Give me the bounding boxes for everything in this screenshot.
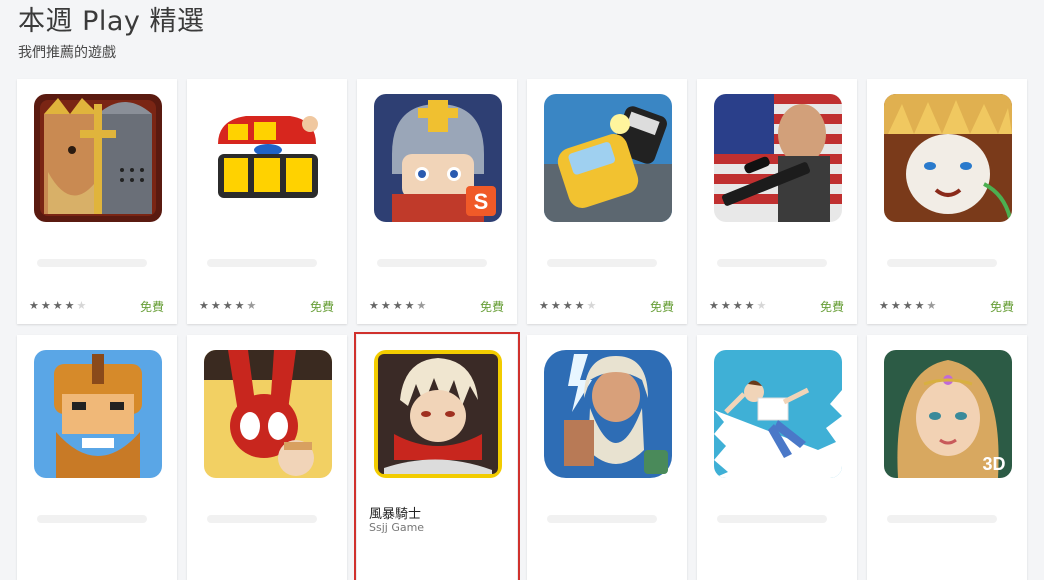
page-header: 本週 Play 精選 我們推薦的遊戲 [18,4,204,62]
spider-hero-icon[interactable] [204,350,332,478]
star-icon: ★ [234,299,245,312]
page-subtitle: 我們推薦的遊戲 [18,45,116,61]
star-icon: ★ [380,299,391,312]
star-rating: ★ ★ ★ ★ ★ [199,299,256,313]
zeus-god-icon[interactable] [544,350,672,478]
star-icon: ★ [40,299,51,312]
app-grid: ★ ★ ★ ★ ★ 免費 ★ ★ ★ ★ ★ 免費 S ★ ★ ★ ★ ★ 免費… [17,79,1027,580]
castle-king-knight-icon[interactable] [34,94,162,222]
app-card[interactable]: ★ ★ ★ ★ ★ 免費 [697,79,857,324]
app-card[interactable]: 3D [867,335,1027,580]
star-icon: ★ [29,299,39,312]
star-icon: ★ [902,299,913,312]
svg-text:S: S [474,189,489,214]
star-icon: ★ [890,299,901,312]
armored-hero-icon[interactable]: S [374,94,502,222]
taxi-car-chase-icon[interactable] [544,94,672,222]
star-icon: ★ [914,299,925,312]
placeholder-line [887,259,997,267]
tiger-warrior-icon[interactable] [884,94,1012,222]
placeholder-line [717,515,827,523]
app-card[interactable]: S ★ ★ ★ ★ ★ 免費 [357,79,517,324]
placeholder-line [887,515,997,523]
star-rating: ★ ★ ★ ★ ★ [879,299,936,313]
placeholder-line [547,515,657,523]
star-icon: ★ [926,299,937,312]
star-icon: ★ [246,299,257,312]
placeholder-line [717,259,827,267]
price-label[interactable]: 免費 [820,298,844,315]
placeholder-line [37,515,147,523]
star-rating: ★ ★ ★ ★ ★ [539,299,596,313]
star-icon: ★ [720,299,731,312]
price-label[interactable]: 免費 [140,298,164,315]
star-icon: ★ [222,299,233,312]
page-title: 本週 Play 精選 [18,6,205,37]
placeholder-line [547,259,657,267]
3d-badge: 3D [982,454,1005,474]
star-icon: ★ [539,299,549,312]
placeholder-line [207,515,317,523]
app-card[interactable] [527,335,687,580]
star-icon: ★ [879,299,889,312]
app-title[interactable]: 風暴騎士 [369,503,421,522]
star-icon: ★ [404,299,415,312]
star-icon: ★ [586,299,597,312]
star-icon: ★ [369,299,379,312]
star-icon: ★ [732,299,743,312]
app-developer[interactable]: Ssjj Game [369,521,424,534]
placeholder-line [377,259,487,267]
star-rating: ★ ★ ★ ★ ★ [369,299,426,313]
star-icon: ★ [709,299,719,312]
boss-ko-logo-icon[interactable] [204,94,332,222]
app-card[interactable] [697,335,857,580]
app-card[interactable]: ★ ★ ★ ★ ★ 免費 [17,79,177,324]
star-icon: ★ [562,299,573,312]
price-label[interactable]: 免費 [480,298,504,315]
price-label[interactable]: 免費 [990,298,1014,315]
app-card[interactable]: ★ ★ ★ ★ ★ 免費 [527,79,687,324]
price-label[interactable]: 免費 [650,298,674,315]
star-rating: ★ ★ ★ ★ ★ [709,299,766,313]
star-icon: ★ [52,299,63,312]
star-rating: ★ ★ ★ ★ ★ [29,299,86,313]
star-icon: ★ [199,299,209,312]
app-card[interactable] [187,335,347,580]
dwarf-warrior-icon[interactable] [34,350,162,478]
falling-man-icon[interactable] [714,350,842,478]
star-icon: ★ [744,299,755,312]
placeholder-line [37,259,147,267]
star-icon: ★ [756,299,767,312]
app-card[interactable]: ★ ★ ★ ★ ★ 免費 [867,79,1027,324]
app-card-highlighted[interactable]: 風暴騎士 Ssjj Game [354,332,520,580]
storm-knight-icon[interactable] [374,350,502,478]
star-icon: ★ [64,299,75,312]
app-card[interactable] [17,335,177,580]
star-icon: ★ [416,299,427,312]
star-icon: ★ [210,299,221,312]
placeholder-line [207,259,317,267]
app-card[interactable]: ★ ★ ★ ★ ★ 免費 [187,79,347,324]
star-icon: ★ [550,299,561,312]
star-icon: ★ [392,299,403,312]
star-icon: ★ [76,299,87,312]
star-icon: ★ [574,299,585,312]
sniper-soldier-icon[interactable] [714,94,842,222]
price-label[interactable]: 免費 [310,298,334,315]
fantasy-princess-icon[interactable]: 3D [884,350,1012,478]
